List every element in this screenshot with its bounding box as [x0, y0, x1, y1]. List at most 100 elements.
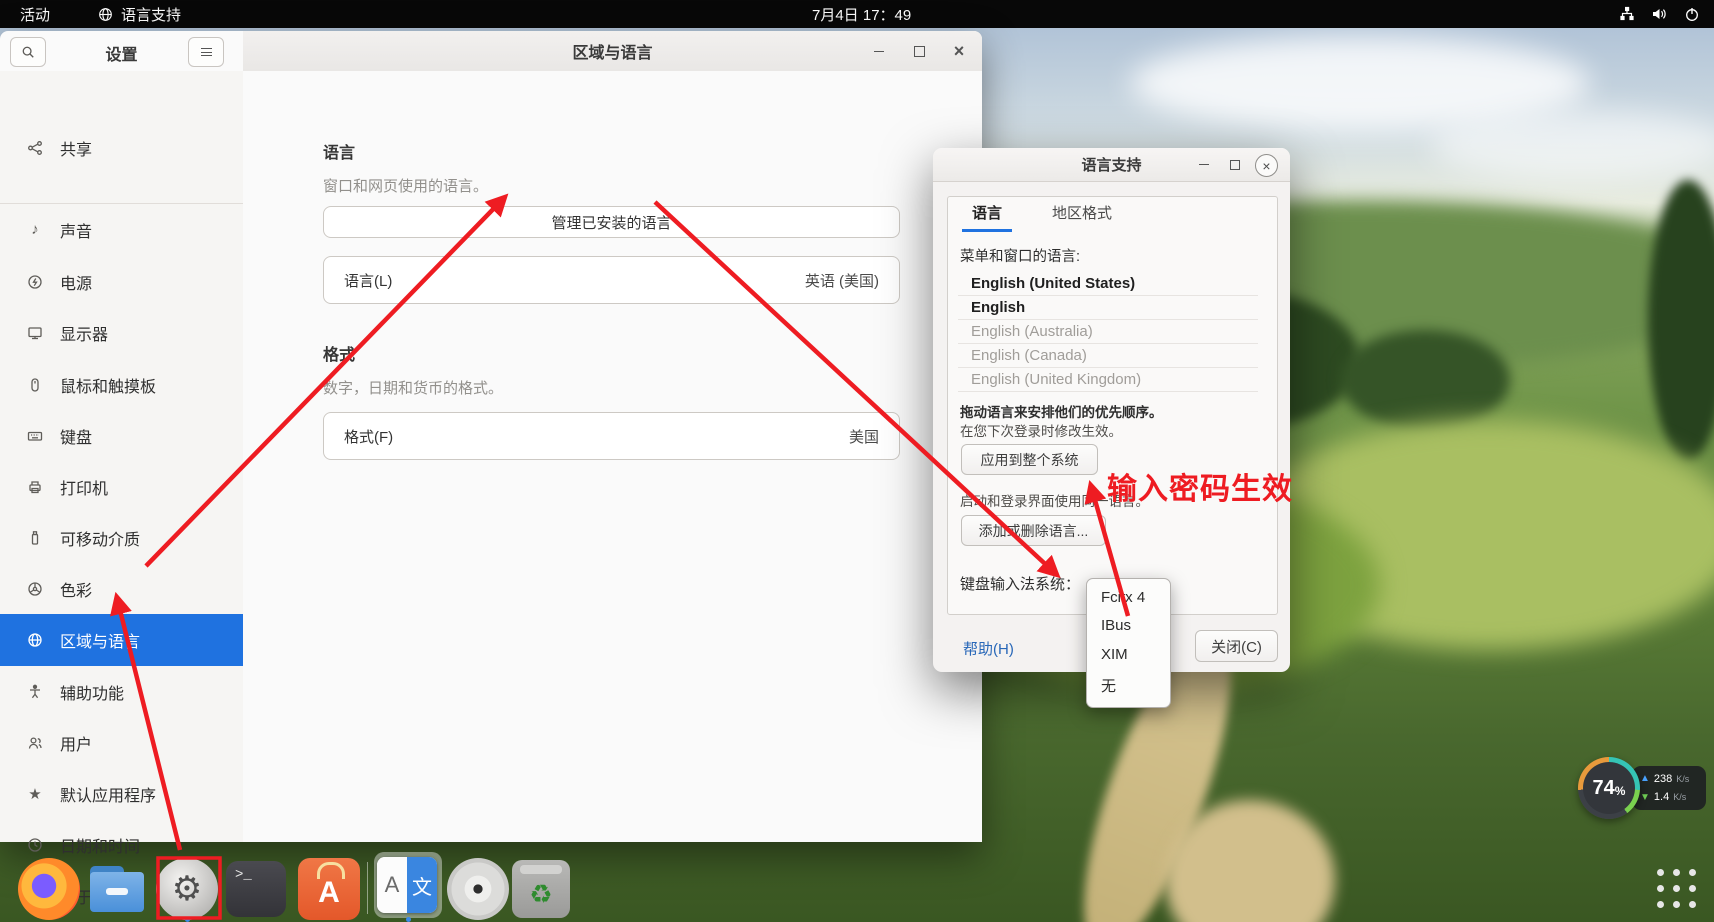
sidebar-item-users[interactable]: 用户: [0, 717, 243, 768]
trash-lid: [520, 865, 562, 874]
settings-window: 区域与语言 × 设置 共享 ♪ 声音: [0, 31, 982, 842]
maximize-button[interactable]: [910, 42, 928, 60]
mouse-icon: [26, 376, 44, 394]
dock-disc-burner-icon[interactable]: [447, 858, 509, 920]
grid-dot: [1657, 869, 1664, 876]
settings-window-title: 区域与语言: [572, 39, 652, 63]
share-icon: [26, 139, 44, 157]
running-indicator: [185, 917, 190, 922]
dock-firefox-icon[interactable]: [18, 858, 80, 920]
sidebar-item-removable-media[interactable]: 可移动介质: [0, 512, 243, 563]
lang-icon-a: A: [377, 857, 407, 913]
dock-ubuntu-software-icon[interactable]: A: [298, 858, 360, 920]
manage-installed-languages-button[interactable]: 管理已安装的语言: [323, 206, 900, 238]
help-button[interactable]: 帮助(H): [963, 638, 1014, 659]
sidebar-item-sharing[interactable]: 共享: [0, 122, 243, 173]
sidebar-item-keyboard[interactable]: 键盘: [0, 410, 243, 461]
dock-files-icon[interactable]: [86, 858, 148, 920]
sidebar-item-power[interactable]: 电源: [0, 256, 243, 307]
sidebar-item-printers[interactable]: 打印机: [0, 461, 243, 512]
add-remove-languages-button[interactable]: 添加或删除语言...: [961, 515, 1106, 546]
language-section-description: 窗口和网页使用的语言。: [323, 175, 488, 196]
format-row-value: 美国: [849, 426, 879, 447]
running-indicator: [406, 917, 411, 922]
sidebar-item-color[interactable]: 色彩: [0, 563, 243, 614]
menu-language-label: 菜单和窗口的语言:: [960, 245, 1080, 266]
dialog-close-button[interactable]: 关闭(C): [1195, 630, 1278, 662]
sidebar-item-displays[interactable]: 显示器: [0, 307, 243, 358]
ime-option-ibus[interactable]: IBus: [1087, 611, 1170, 639]
system-status-area[interactable]: [1619, 6, 1700, 22]
minimize-button[interactable]: [870, 42, 888, 60]
language-row[interactable]: 语言(L) 英语 (美国): [323, 256, 900, 304]
language-list-item[interactable]: English (United States): [958, 272, 1258, 296]
ime-dropdown: Fcitx 4 IBus XIM 无: [1086, 578, 1171, 708]
hamburger-icon: [201, 48, 212, 49]
language-list-item[interactable]: English (United Kingdom): [958, 368, 1258, 392]
dialog-maximize-button[interactable]: [1224, 154, 1245, 175]
tall-tree: [1648, 180, 1714, 460]
settings-headerbar: 区域与语言 ×: [243, 31, 982, 72]
format-row-label: 格式(F): [344, 426, 393, 447]
sidebar-item-mouse[interactable]: 鼠标和触摸板: [0, 359, 243, 410]
apply-system-wide-button[interactable]: 应用到整个系统: [961, 444, 1098, 475]
ime-option-fcitx4[interactable]: Fcitx 4: [1087, 583, 1170, 611]
format-section-description: 数字，日期和货币的格式。: [323, 377, 503, 398]
network-icon: [1619, 6, 1635, 22]
upload-speed: 238: [1654, 773, 1672, 785]
format-section-heading: 格式: [323, 341, 355, 365]
dialog-minimize-button[interactable]: [1193, 154, 1214, 175]
close-button[interactable]: ×: [950, 42, 968, 60]
dock-language-support-icon[interactable]: A 文: [377, 857, 437, 913]
activities-button[interactable]: 活动: [20, 4, 50, 25]
app-menu[interactable]: 语言支持: [98, 4, 181, 25]
dock-separator: [367, 862, 368, 914]
settings-content: 语言 窗口和网页使用的语言。 管理已安装的语言 语言(L) 英语 (美国) 格式…: [243, 71, 982, 842]
tab-language[interactable]: 语言: [962, 196, 1012, 232]
annotation-password-note: 输入密码生效: [1107, 464, 1293, 508]
ime-option-xim[interactable]: XIM: [1087, 640, 1170, 668]
accessibility-icon: [26, 683, 44, 701]
printer-icon: [26, 478, 44, 496]
dialog-title: 语言支持: [1081, 154, 1141, 175]
cpu-percent: 74: [1593, 777, 1615, 800]
dialog-notebook: 语言 地区格式 菜单和窗口的语言: English (United States…: [947, 196, 1278, 615]
sidebar-item-accessibility[interactable]: 辅助功能: [0, 666, 243, 717]
show-applications-button[interactable]: [1652, 864, 1700, 912]
cpu-monitor-widget[interactable]: 74%: [1578, 757, 1640, 819]
recycle-icon: ♻: [529, 879, 552, 910]
dock-trash-icon[interactable]: ♻: [512, 860, 570, 918]
users-icon: [26, 734, 44, 752]
clock[interactable]: 7月4日 17：49: [812, 4, 911, 25]
settings-sidebar: 设置 共享 ♪ 声音 电源 显示器 鼠标和触摸板 键盘: [0, 71, 244, 842]
removable-media-icon: [26, 529, 44, 547]
download-arrow-icon: ▼: [1640, 792, 1650, 803]
language-section-heading: 语言: [323, 139, 355, 163]
sidebar-item-sound[interactable]: ♪ 声音: [0, 204, 243, 255]
window-controls: ×: [870, 31, 968, 71]
login-hint: 在您下次登录时修改生效。: [960, 420, 1122, 440]
language-list-item[interactable]: English (Australia): [958, 320, 1258, 344]
clock-icon: [26, 836, 44, 854]
bag-handle: [317, 862, 345, 879]
display-icon: [26, 324, 44, 342]
keyboard-icon: [26, 427, 44, 445]
volume-icon: [1651, 6, 1668, 22]
language-row-label: 语言(L): [344, 270, 392, 291]
ime-option-none[interactable]: 无: [1087, 671, 1170, 699]
sidebar-item-default-apps[interactable]: ★ 默认应用程序: [0, 768, 243, 819]
download-speed: 1.4: [1654, 791, 1669, 803]
primary-menu-button[interactable]: [188, 37, 224, 67]
language-list-item[interactable]: English (Canada): [958, 344, 1258, 368]
format-row[interactable]: 格式(F) 美国: [323, 412, 900, 460]
net-speed-widget: ▲ 238K/s ▼ 1.4K/s: [1632, 766, 1706, 810]
tab-regional-formats[interactable]: 地区格式: [1042, 196, 1122, 229]
globe-icon: [26, 631, 44, 649]
dialog-close-icon[interactable]: ×: [1255, 154, 1278, 177]
language-list-item[interactable]: English: [958, 296, 1258, 320]
power-icon: [26, 273, 44, 291]
sidebar-item-region-language[interactable]: 区域与语言: [0, 614, 243, 666]
dock-terminal-icon[interactable]: >_: [226, 861, 286, 917]
trees: [1340, 330, 1510, 430]
dock-settings-icon[interactable]: ⚙: [156, 858, 218, 920]
